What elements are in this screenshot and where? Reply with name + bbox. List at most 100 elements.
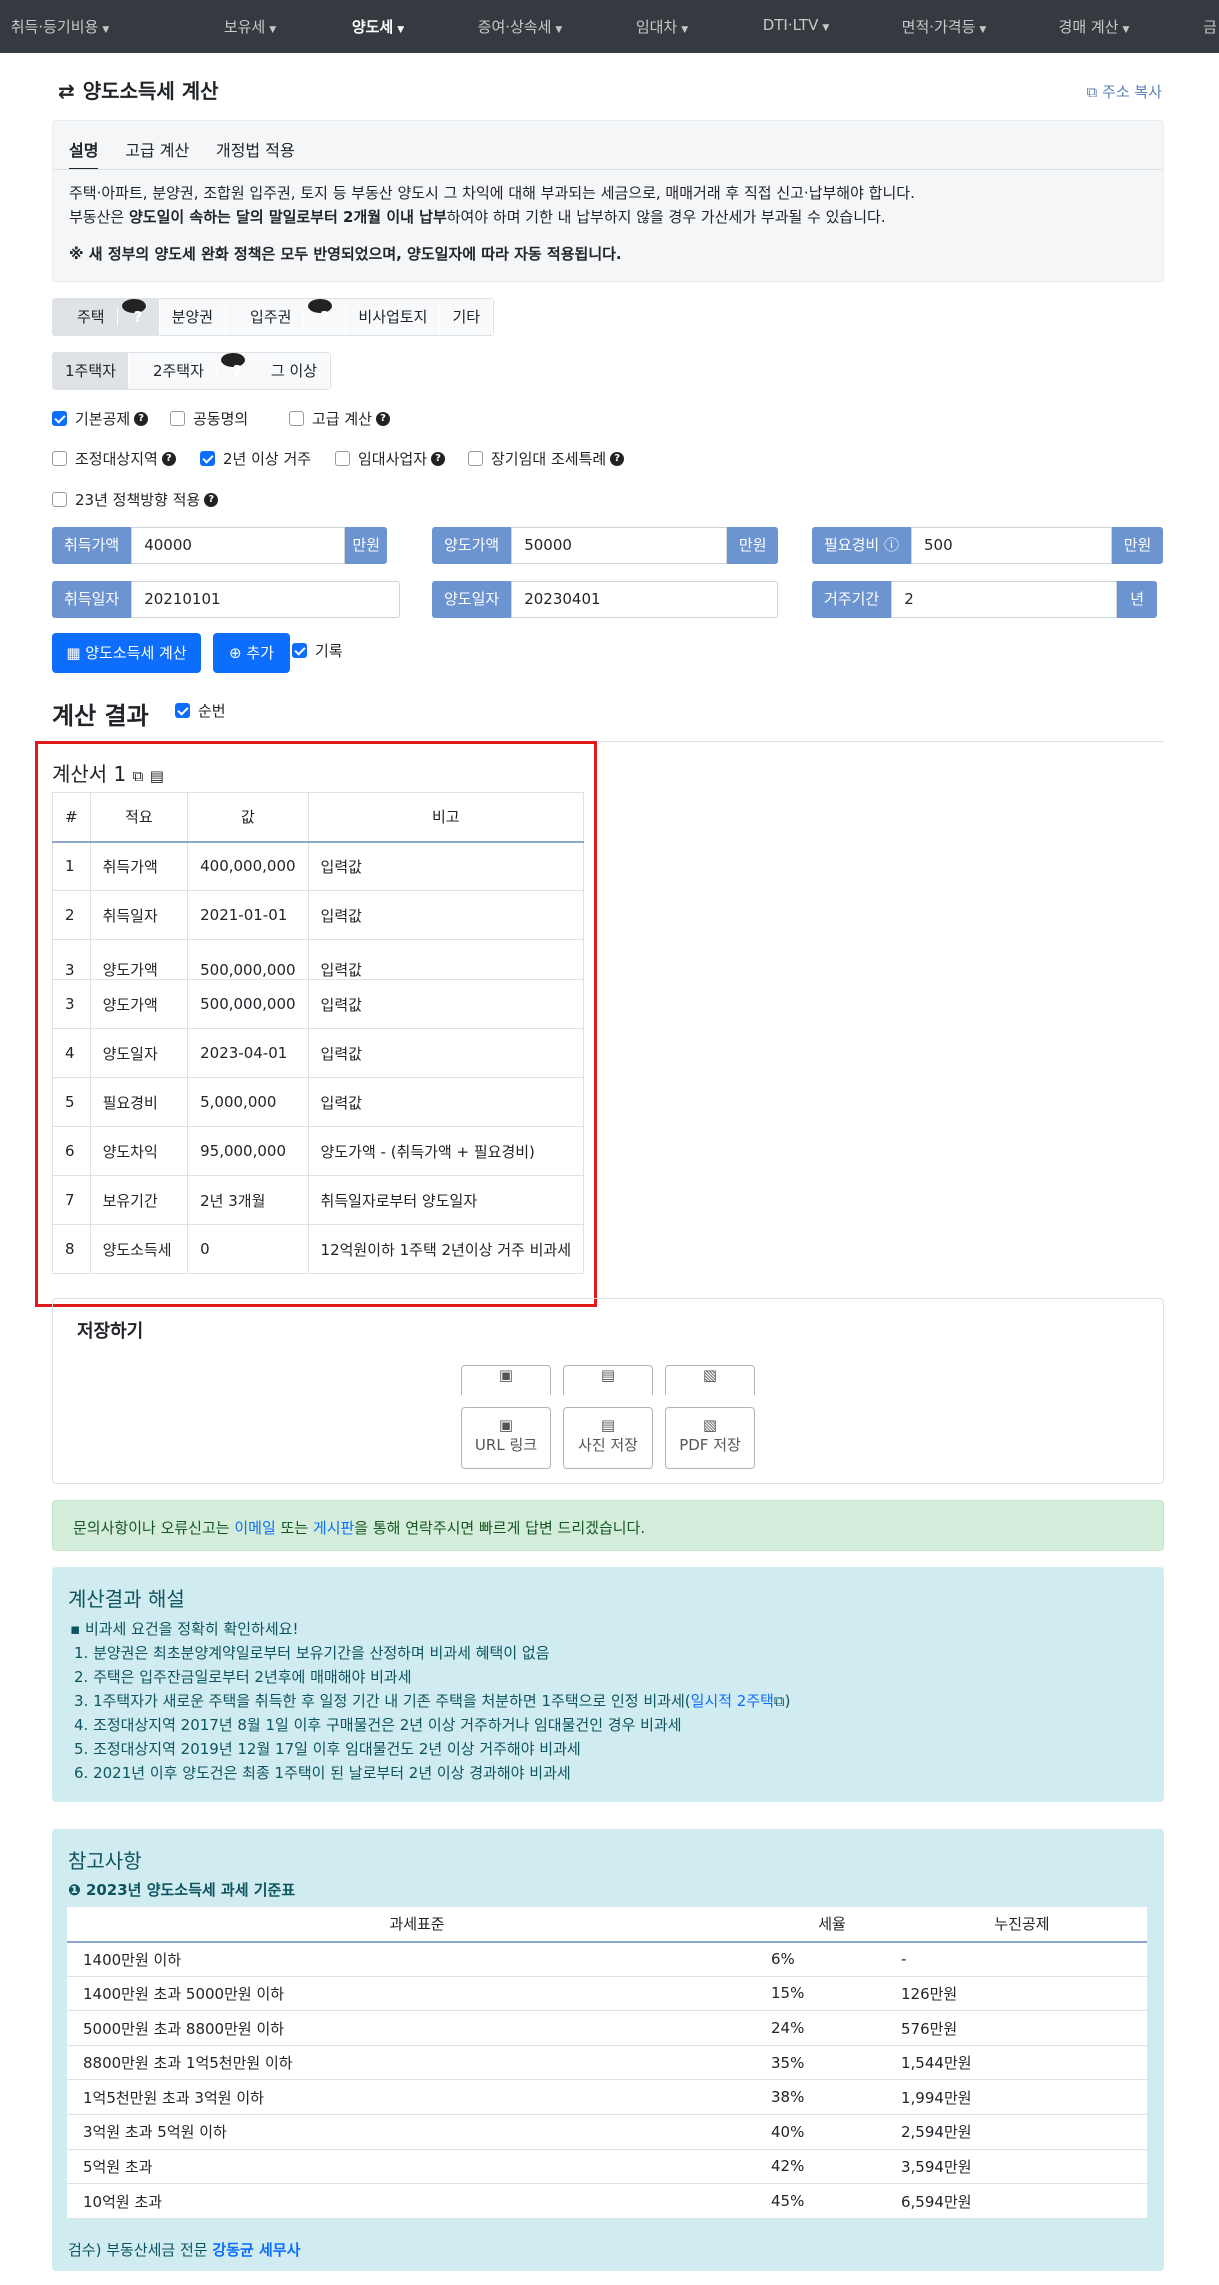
explanation-panel: 계산결과 해설 ▪ 비과세 요건을 정확히 확인하세요! 1. 분양권은 최초분… xyxy=(52,1567,1164,1802)
owner-one[interactable]: 1주택자 xyxy=(53,353,129,389)
basic-deduction-checkbox[interactable]: 기본공제? xyxy=(52,408,149,429)
pdf-file-icon: ▧ xyxy=(702,1366,718,1384)
nav-lease[interactable]: 임대차 ▼ xyxy=(592,16,732,37)
board-link[interactable]: 게시판 xyxy=(313,1519,354,1537)
sale-date-input[interactable]: 20230401 xyxy=(511,581,779,618)
pdf-file-icon: ▧ xyxy=(702,1416,718,1434)
info-text: 주택·아파트, 분양권, 조합원 입주권, 토지 등 부동산 양도시 그 차익에… xyxy=(69,184,915,226)
calculator-icon: ▦ xyxy=(66,644,86,662)
list-item: 4. 조정대상지역 2017년 8월 1일 이후 구매물건은 2년 이상 거주하… xyxy=(74,1716,682,1734)
result-table: # 적요 값 비고 1 취득가액 400,000,000 입력값 2 취득일자 2021-… xyxy=(52,792,585,1274)
order-checkbox[interactable]: 순번 xyxy=(175,700,226,721)
acquisition-date-group: 취득일자 20210101 xyxy=(52,581,401,618)
list-item: 1. 분양권은 최초분양계약일로부터 보유기간을 산정하며 비과세 혜택이 없음 xyxy=(74,1644,550,1662)
image-file-icon: ▤ xyxy=(600,1366,616,1384)
expense-input[interactable]: 500 xyxy=(911,527,1112,564)
residence-period-input[interactable]: 2 xyxy=(891,581,1118,618)
table-row: 1억5천만원 초과 3억원 이하 38% 1,994만원 xyxy=(67,2079,1147,2116)
calculate-button[interactable]: ▦ 양도소득세 계산 xyxy=(52,633,201,673)
sale-price-input[interactable]: 50000 xyxy=(511,527,728,564)
pdf-save-button[interactable]: ▧ PDF 저장 xyxy=(665,1407,755,1469)
nav-transfer-tax[interactable]: 양도세 ▼ xyxy=(308,16,448,37)
info-note: ※ 새 정부의 양도세 완화 정책은 모두 반영되었으며, 양도일자에 따라 자… xyxy=(69,245,622,263)
table-row: 8800만원 초과 1억5천만원 이하 35% 1,544만원 xyxy=(67,2045,1147,2081)
type-house[interactable]: 주택? xyxy=(53,299,160,335)
nav-gift-tax[interactable]: 증여·상속세 ▼ xyxy=(450,16,590,37)
explanation-list: ▪ 비과세 요건을 정확히 확인하세요! 1. 분양권은 최초분양계약일로부터 … xyxy=(70,1617,791,1785)
top-nav: 취득·등기비용 ▼ 보유세 ▼ 양도세 ▼ 증여·상속세 ▼ 임대차 ▼ DTI·LTV ▼… xyxy=(0,0,1219,53)
nav-acquisition[interactable]: 취득·등기비용 ▼ xyxy=(0,16,130,37)
info-icon: ❶ xyxy=(68,1881,86,1899)
email-link[interactable]: 이메일 xyxy=(234,1519,275,1537)
help-icon[interactable]: ⓘ xyxy=(884,536,899,554)
expense-label: 필요경비 ⓘ xyxy=(812,527,911,564)
page-title: ⇄ 양도소득세 계산 xyxy=(58,79,219,103)
unit-label: 만원 xyxy=(1112,527,1163,564)
photo-save-button[interactable]: ▤ 사진 저장 xyxy=(563,1407,653,1469)
sale-price-label: 양도가액 xyxy=(432,527,512,564)
type-other[interactable]: 기타 xyxy=(440,299,494,335)
record-checkbox[interactable]: 기록 xyxy=(292,640,343,661)
type-occupancy[interactable]: 입주권? xyxy=(226,299,347,335)
table-row: 1400만원 초과 5000만원 이하 15% 126만원 xyxy=(67,1976,1147,2012)
tab-description[interactable]: 설명 xyxy=(69,141,99,170)
swap-icon: ⇄ xyxy=(58,79,75,103)
tab-revised-law[interactable]: 개정법 적용 xyxy=(216,141,295,160)
owner-count-group: 1주택자 2주택자? 그 이상 xyxy=(52,352,332,390)
nav-area-price[interactable]: 면적·가격등 ▼ xyxy=(874,16,1014,37)
table-row: 5000만원 초과 8800만원 이하 24% 576만원 xyxy=(67,2010,1147,2046)
policy-23-checkbox[interactable]: 23년 정책방향 적용? xyxy=(52,489,219,510)
sale-date-label: 양도일자 xyxy=(432,581,512,618)
reference-subtitle: ❶ 2023년 양도소득세 과세 기준표 xyxy=(68,1881,296,1899)
save-icon: ▣ xyxy=(498,1416,514,1434)
residence-period-group: 거주기간 2 년 xyxy=(812,581,1158,618)
unit-label: 만원 xyxy=(345,527,388,564)
copy-icon[interactable]: ⧉ xyxy=(133,767,144,785)
document-icon[interactable]: ▤ xyxy=(150,767,164,785)
acquisition-date-label: 취득일자 xyxy=(52,581,132,618)
joint-name-checkbox[interactable]: 공동명의 xyxy=(170,408,248,429)
acquisition-price-input[interactable]: 40000 xyxy=(131,527,346,564)
save-title: 저장하기 xyxy=(77,1321,144,1342)
advanced-calc-checkbox[interactable]: 고급 계산? xyxy=(289,408,390,429)
list-item: ▪ 비과세 요건을 정확히 확인하세요! xyxy=(70,1620,299,1638)
nav-more[interactable]: 금 xyxy=(1140,16,1219,37)
contact-alert: 문의사항이나 오류신고는 이메일 또는 게시판을 통해 연락주시면 빠르게 답변… xyxy=(52,1500,1164,1551)
copy-address-link[interactable]: ⧉ 주소 복사 xyxy=(1087,81,1162,102)
two-year-residence-checkbox[interactable]: 2년 이상 거주 xyxy=(200,448,311,469)
add-button[interactable]: ⊕ 추가 xyxy=(213,633,290,673)
image-file-icon: ▤ xyxy=(600,1416,616,1434)
statement-title: 계산서 1 ⧉ ▤ xyxy=(52,762,164,786)
url-button-ghost: ▣ xyxy=(461,1365,551,1395)
rental-business-checkbox[interactable]: 임대사업자? xyxy=(335,448,446,469)
long-rental-checkbox[interactable]: 장기임대 조세특례? xyxy=(468,448,625,469)
table-row: 4 양도일자 2023-04-01 입력값 xyxy=(52,1028,585,1078)
type-presale[interactable]: 분양권 xyxy=(160,299,227,335)
explanation-title: 계산결과 해설 xyxy=(68,1587,185,1611)
tax-accountant-link[interactable]: 강동균 세무사 xyxy=(212,2241,300,2259)
reviewer-note: 검수) 부동산세금 전문 강동균 세무사 xyxy=(68,2241,301,2259)
unit-label: 만원 xyxy=(727,527,779,564)
acquisition-price-label: 취득가액 xyxy=(52,527,132,564)
acquisition-price-group: 취득가액 40000 만원 xyxy=(52,527,388,564)
adjusted-area-checkbox[interactable]: 조정대상지역? xyxy=(52,448,176,469)
temporary-two-house-link[interactable]: 일시적 2주택 xyxy=(691,1692,774,1710)
nav-dti-ltv[interactable]: DTI·LTV ▼ xyxy=(726,16,866,34)
property-type-group: 주택? 분양권 입주권? 비사업토지 기타 xyxy=(52,298,495,336)
plus-circle-icon: ⊕ xyxy=(229,644,247,662)
list-item: 5. 조정대상지역 2019년 12월 17일 이후 임대물건도 2년 이상 거… xyxy=(74,1740,581,1758)
acquisition-date-input[interactable]: 20210101 xyxy=(131,581,401,618)
pdf-button-ghost: ▧ xyxy=(665,1365,755,1395)
table-row: 6 양도차익 95,000,000 양도가액 - (취득가액 + 필요경비) xyxy=(52,1126,585,1176)
unit-year-label: 년 xyxy=(1117,581,1158,618)
tab-advanced[interactable]: 고급 계산 xyxy=(125,141,189,160)
type-nonbusiness-land[interactable]: 비사업토지 xyxy=(346,299,441,335)
owner-more[interactable]: 그 이상 xyxy=(259,353,331,389)
sale-price-group: 양도가액 50000 만원 xyxy=(432,527,779,564)
residence-period-label: 거주기간 xyxy=(812,581,892,618)
nav-holding-tax[interactable]: 보유세 ▼ xyxy=(180,16,320,37)
tax-rate-table: 과세표준 세율 누진공제 1400만원 이하 6% - 1400만원 초과 5000… xyxy=(67,1907,1147,2219)
reference-title: 참고사항 xyxy=(68,1849,142,1873)
url-link-button[interactable]: ▣ URL 링크 xyxy=(461,1407,551,1469)
owner-two[interactable]: 2주택자? xyxy=(129,353,259,389)
